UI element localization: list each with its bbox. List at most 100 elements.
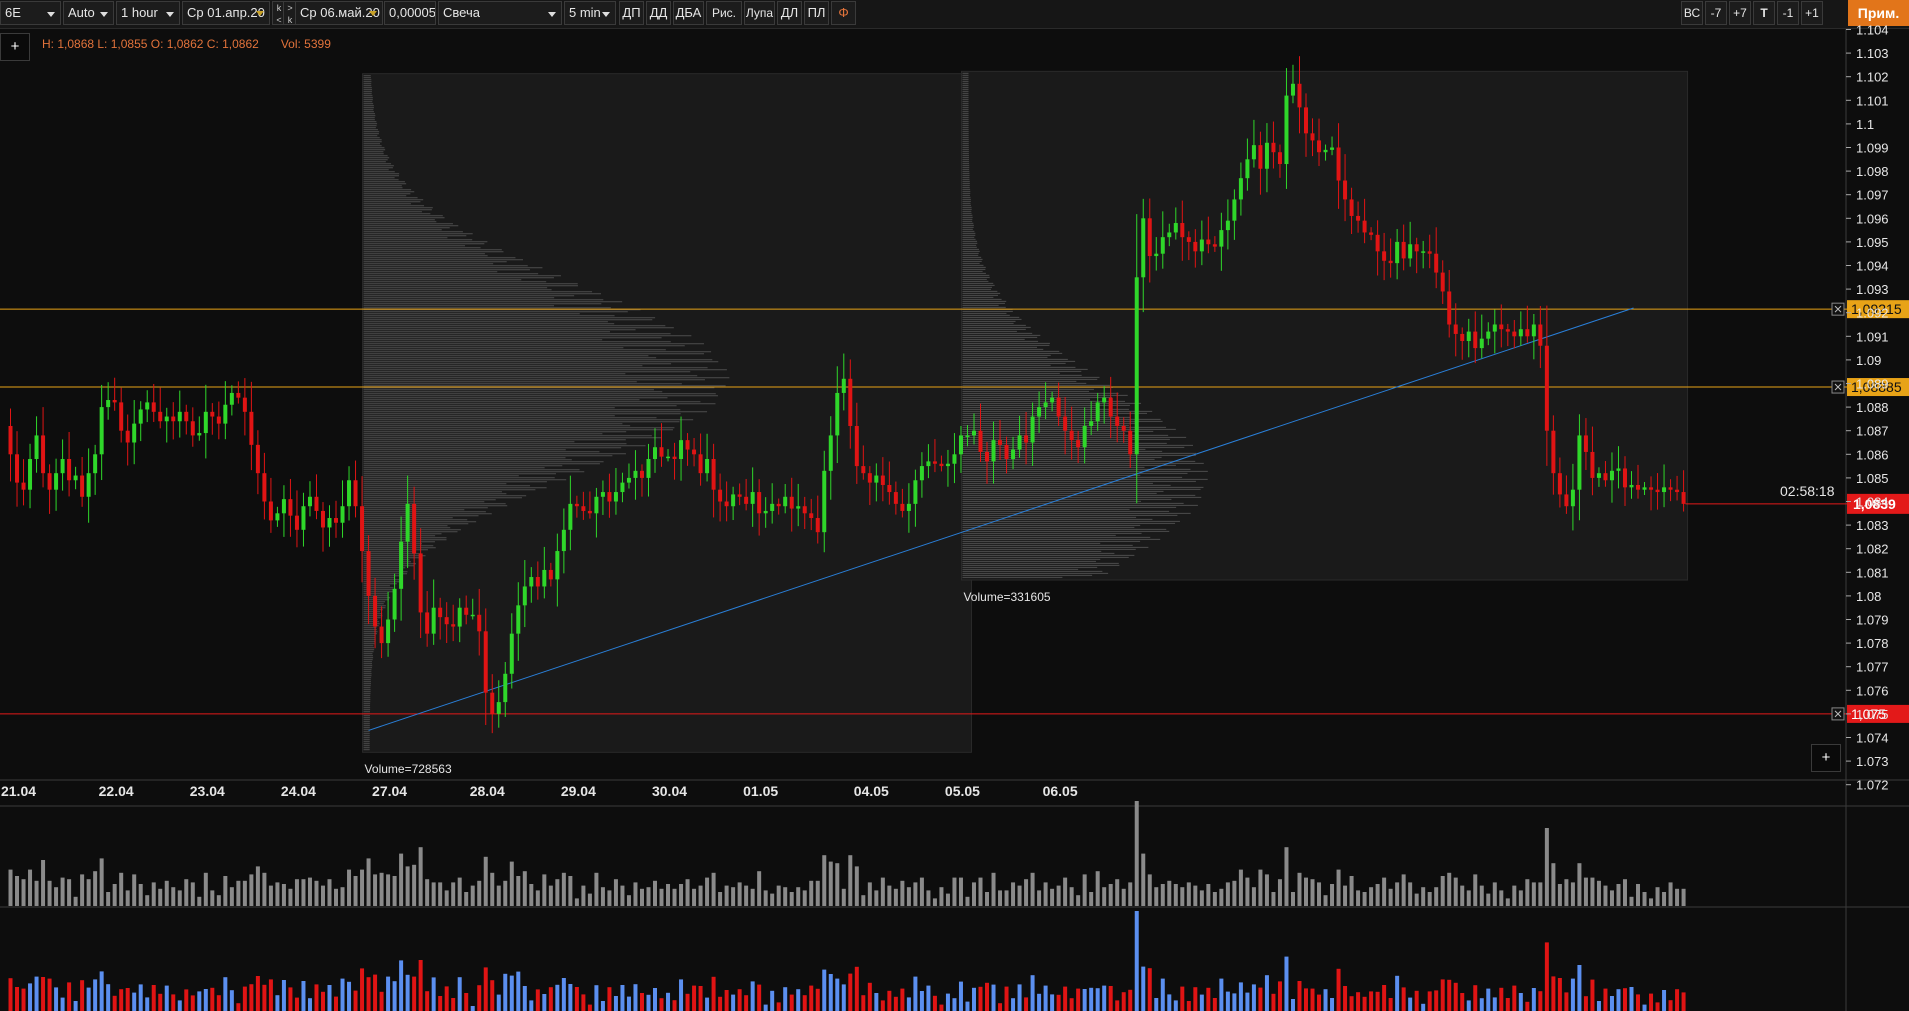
candle-body bbox=[698, 454, 703, 474]
delta-bar bbox=[1304, 988, 1308, 1011]
delta-bar bbox=[54, 987, 59, 1011]
delta-bar bbox=[1362, 996, 1367, 1011]
candle-body bbox=[1583, 435, 1588, 452]
delta-bar bbox=[919, 991, 924, 1011]
delta-bar bbox=[1264, 975, 1269, 1011]
delta-bar bbox=[1349, 996, 1354, 1011]
volume-bar bbox=[711, 872, 716, 906]
delta-bar bbox=[763, 1004, 768, 1011]
volume-bar bbox=[1284, 847, 1289, 906]
price-tick-label: 1.092 bbox=[1856, 306, 1889, 321]
price-tick-label: 1.093 bbox=[1856, 282, 1889, 297]
candle-body bbox=[1649, 487, 1654, 490]
volume-bar bbox=[1531, 882, 1536, 906]
candle-body bbox=[1141, 218, 1146, 278]
volume-bar bbox=[613, 879, 618, 906]
delta-bar bbox=[399, 960, 404, 1011]
candle-body bbox=[132, 423, 137, 443]
volume-bar bbox=[334, 888, 339, 906]
volume-bar bbox=[945, 893, 950, 906]
candle-body bbox=[444, 617, 449, 625]
volume-bar bbox=[151, 882, 156, 906]
candle-body bbox=[555, 551, 560, 580]
delta-bar bbox=[47, 978, 52, 1011]
delta-bar bbox=[1603, 988, 1608, 1011]
candle-body bbox=[451, 624, 456, 627]
candle-body bbox=[177, 411, 182, 422]
volume-bar bbox=[1375, 884, 1380, 906]
delta-bar bbox=[600, 1001, 605, 1011]
delta-bar bbox=[711, 976, 716, 1011]
candle-body bbox=[1199, 239, 1204, 252]
candle-body bbox=[1655, 489, 1660, 493]
candle-body bbox=[412, 503, 417, 554]
volume-bar bbox=[1043, 882, 1048, 906]
candle-body bbox=[945, 463, 950, 467]
delta-bar bbox=[705, 997, 710, 1011]
volume-bar bbox=[262, 872, 267, 906]
delta-bar bbox=[138, 984, 143, 1011]
time-axis-label: 27.04 bbox=[372, 783, 407, 799]
delta-bar bbox=[1160, 978, 1165, 1011]
volume-bar bbox=[1349, 876, 1354, 906]
volume-bar bbox=[666, 884, 671, 906]
candle-body bbox=[1440, 272, 1445, 292]
candle-body bbox=[711, 459, 716, 490]
delta-bar bbox=[1375, 991, 1380, 1011]
price-tick-label: 1.101 bbox=[1856, 93, 1889, 108]
volume-bar bbox=[763, 890, 768, 906]
delta-bar bbox=[1121, 992, 1126, 1011]
volume-bar bbox=[600, 887, 605, 906]
volume-bar bbox=[1609, 890, 1614, 906]
volume-bar bbox=[145, 895, 150, 906]
candle-body bbox=[1082, 425, 1087, 448]
time-axis-label: 29.04 bbox=[561, 783, 596, 799]
delta-bar bbox=[724, 990, 729, 1011]
price-tick-label: 1.08 bbox=[1856, 589, 1881, 604]
delta-bar bbox=[1662, 990, 1667, 1011]
delta-bar bbox=[685, 993, 690, 1011]
price-chart[interactable]: Volume=728563Volume=3316051,092151,08885… bbox=[0, 0, 1909, 1011]
candle-body bbox=[1492, 324, 1497, 332]
volume-bar bbox=[314, 880, 319, 906]
candle-body bbox=[1154, 253, 1159, 257]
candle-body bbox=[1375, 234, 1380, 252]
price-tick-label: 1.081 bbox=[1856, 565, 1889, 580]
candle-body bbox=[106, 400, 111, 408]
delta-bar bbox=[874, 993, 879, 1011]
volume-bar bbox=[15, 876, 20, 906]
delta-bar bbox=[405, 974, 410, 1011]
delta-bar bbox=[861, 995, 866, 1011]
candle-body bbox=[1395, 241, 1400, 264]
volume-bar bbox=[509, 861, 514, 906]
volume-bar bbox=[1076, 895, 1081, 906]
delta-bar bbox=[971, 987, 976, 1011]
volume-bar bbox=[1186, 882, 1191, 906]
candle-body bbox=[1473, 331, 1478, 349]
delta-bar bbox=[1388, 998, 1393, 1011]
volume-bar bbox=[809, 880, 814, 906]
candle-body bbox=[151, 402, 156, 412]
delta-bar bbox=[1089, 987, 1094, 1011]
volume-bar bbox=[1030, 872, 1035, 906]
delta-bar bbox=[1037, 993, 1042, 1011]
add-pane-button[interactable]: + bbox=[1811, 744, 1841, 772]
volume-bar bbox=[1505, 898, 1510, 906]
volume-bar bbox=[1141, 853, 1146, 906]
delta-bar bbox=[1453, 982, 1458, 1011]
volume-bar bbox=[757, 871, 762, 906]
delta-bar bbox=[900, 988, 905, 1011]
volume-bar bbox=[294, 879, 299, 906]
volume-bar bbox=[991, 872, 996, 906]
volume-bar bbox=[548, 885, 553, 906]
candle-body bbox=[99, 407, 104, 455]
volume-bar bbox=[353, 876, 358, 906]
volume-bar bbox=[86, 879, 91, 906]
volume-bar bbox=[932, 898, 937, 906]
delta-bar bbox=[340, 978, 345, 1011]
volume-bar bbox=[1024, 879, 1029, 906]
volume-bar bbox=[1629, 896, 1634, 906]
delta-bar bbox=[1310, 988, 1315, 1011]
delta-bar bbox=[737, 989, 742, 1011]
candle-body bbox=[587, 510, 592, 514]
